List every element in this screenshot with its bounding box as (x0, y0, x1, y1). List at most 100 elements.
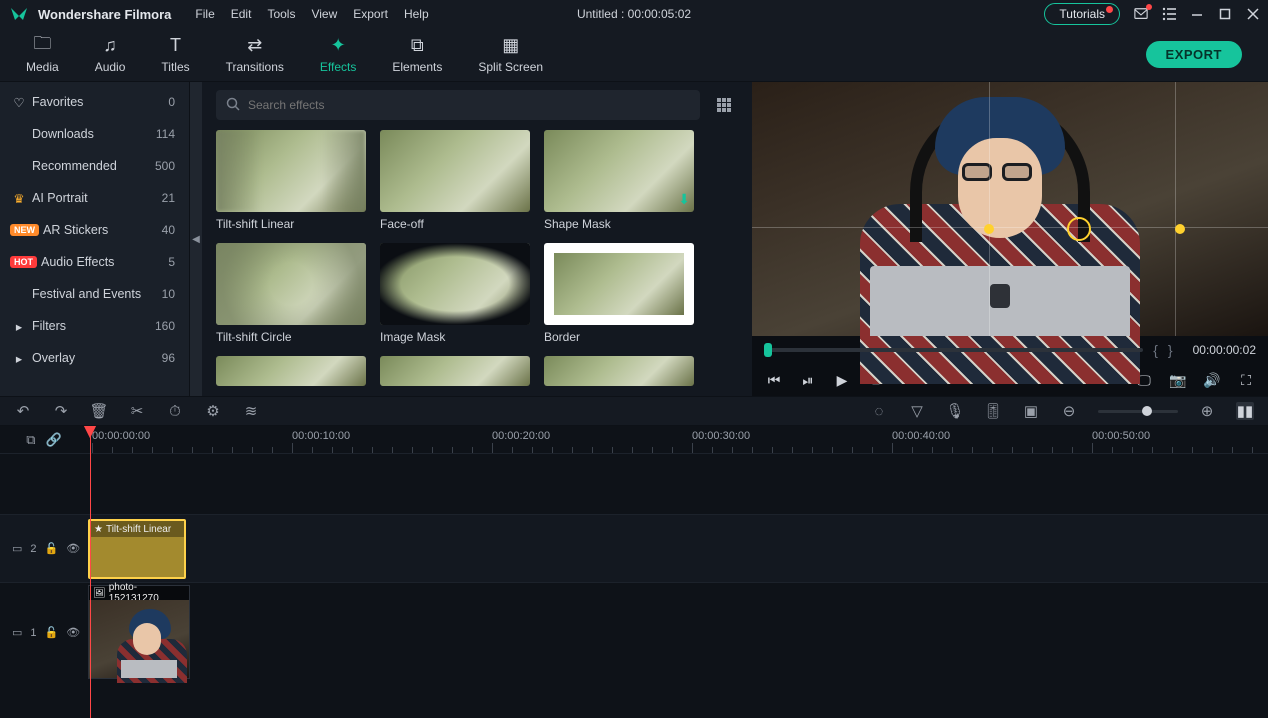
effect-tilt-shift-circle[interactable]: Tilt-shift Circle (216, 243, 366, 344)
track-add-icon[interactable]: ⧉ (26, 432, 35, 448)
titlebar: Wondershare Filmora File Edit Tools View… (0, 0, 1268, 28)
effect-border[interactable]: Border (544, 243, 694, 344)
sidebar-item-recommended[interactable]: Recommended500 (0, 150, 189, 182)
main-menu: File Edit Tools View Export Help (195, 7, 428, 21)
render-icon[interactable]: ◌ (870, 402, 888, 420)
window-maximize[interactable] (1218, 7, 1232, 21)
search-box[interactable] (216, 90, 700, 120)
module-tabs: 🗀Media ♫Audio TTitles ⇄Transitions ✦Effe… (0, 28, 1268, 82)
scrub-handle[interactable] (764, 343, 772, 357)
menu-view[interactable]: View (311, 7, 337, 21)
menu-export[interactable]: Export (353, 7, 388, 21)
sidebar-item-audio-effects[interactable]: HOTAudio Effects5 (0, 246, 189, 278)
sidebar-item-festival[interactable]: Festival and Events10 (0, 278, 189, 310)
play-icon[interactable]: ▶ (832, 370, 852, 390)
track-2: ▭ 2 🔓 👁 ★Tilt-shift Linear (0, 514, 1268, 582)
workspace: ♡Favorites0 Downloads114 Recommended500 … (0, 82, 1268, 396)
notification-dot (1106, 6, 1113, 13)
search-icon (226, 97, 240, 114)
effects-sidebar: ♡Favorites0 Downloads114 Recommended500 … (0, 82, 190, 396)
lock-icon[interactable]: 🔓 (45, 626, 59, 639)
export-button[interactable]: EXPORT (1146, 41, 1242, 68)
sidebar-item-filters[interactable]: ▸Filters160 (0, 310, 189, 342)
time-ruler[interactable]: 00:00:00:0000:00:10:0000:00:20:0000:00:3… (88, 426, 1268, 453)
tab-audio[interactable]: ♫Audio (77, 32, 144, 78)
play-pause-icon[interactable]: ⏯ (798, 370, 818, 390)
effect-partial-3[interactable] (544, 356, 694, 386)
sidebar-item-downloads[interactable]: Downloads114 (0, 118, 189, 150)
clip-effect[interactable]: ★Tilt-shift Linear (88, 519, 186, 579)
chevron-right-icon: ▸ (10, 351, 28, 366)
visibility-icon[interactable]: 👁 (66, 626, 80, 639)
window-close[interactable] (1246, 7, 1260, 21)
tab-transitions[interactable]: ⇄Transitions (208, 32, 302, 78)
step-back-icon[interactable]: ⏮ (764, 370, 784, 390)
snapshot-icon[interactable]: 📷 (1168, 370, 1188, 390)
tab-media[interactable]: 🗀Media (8, 32, 77, 78)
tab-effects[interactable]: ✦Effects (302, 32, 374, 78)
split-icon[interactable]: ✂ (128, 402, 146, 420)
messages-icon[interactable] (1134, 7, 1148, 21)
record-voice-icon[interactable]: 🎙 (946, 402, 964, 420)
sidebar-item-favorites[interactable]: ♡Favorites0 (0, 86, 189, 118)
window-minimize[interactable] (1190, 7, 1204, 21)
track-video-icon: ▭ (12, 626, 22, 639)
speed-icon[interactable]: ⏱ (166, 402, 184, 420)
new-badge: NEW (10, 224, 39, 236)
volume-icon[interactable]: 🔊 (1202, 370, 1222, 390)
folder-icon: 🗀 (33, 36, 51, 56)
effect-image-mask[interactable]: Image Mask (380, 243, 530, 344)
sidebar-item-overlay[interactable]: ▸Overlay96 (0, 342, 189, 374)
zoom-out-icon[interactable]: ⊖ (1060, 402, 1078, 420)
effect-partial-1[interactable] (216, 356, 366, 386)
tracks: ▭ 2 🔓 👁 ★Tilt-shift Linear ▭ 1 🔓 👁 🖼phot (0, 454, 1268, 718)
tab-titles[interactable]: TTitles (143, 32, 207, 78)
search-input[interactable] (248, 98, 690, 112)
tutorials-button[interactable]: Tutorials (1044, 3, 1120, 25)
track-1: ▭ 1 🔓 👁 🖼photo-152131270 (0, 582, 1268, 682)
app-name: Wondershare Filmora (38, 7, 171, 22)
track-video-icon: ▭ (12, 542, 22, 555)
menu-help[interactable]: Help (404, 7, 429, 21)
marker-icon[interactable]: ▽ (908, 402, 926, 420)
music-icon: ♫ (103, 36, 117, 56)
crop-icon[interactable]: ▣ (1022, 402, 1040, 420)
tab-split-screen[interactable]: ▦Split Screen (460, 32, 561, 78)
crown-icon: ♛ (10, 191, 28, 206)
mixer-icon[interactable]: 🎚 (984, 402, 1002, 420)
chevron-right-icon: ▸ (10, 319, 28, 334)
text-icon: T (170, 36, 181, 56)
zoom-fit-icon[interactable]: ▮▮ (1236, 402, 1254, 420)
lock-icon[interactable]: 🔓 (45, 542, 59, 555)
audio-wave-icon[interactable]: ≋ (242, 402, 260, 420)
list-icon[interactable] (1162, 7, 1176, 21)
effect-tilt-shift-linear[interactable]: Tilt-shift Linear (216, 130, 366, 231)
clip-video[interactable]: 🖼photo-152131270 (88, 585, 190, 679)
grid-icon: ▦ (502, 36, 519, 56)
hot-badge: HOT (10, 256, 37, 268)
undo-icon[interactable]: ↶ (14, 402, 32, 420)
effect-partial-2[interactable] (380, 356, 530, 386)
sidebar-item-ar-stickers[interactable]: NEWAR Stickers40 (0, 214, 189, 246)
fullscreen-icon[interactable]: ⛶ (1236, 370, 1256, 390)
effect-face-off[interactable]: Face-off (380, 130, 530, 231)
tab-elements[interactable]: ⧉Elements (374, 32, 460, 78)
sidebar-collapse-handle[interactable]: ◀ (190, 82, 202, 396)
delete-icon[interactable]: 🗑 (90, 402, 108, 420)
redo-icon[interactable]: ↷ (52, 402, 70, 420)
preview-viewport[interactable] (752, 82, 1268, 336)
effect-shape-mask[interactable]: ⬇Shape Mask (544, 130, 694, 231)
grid-view-toggle[interactable] (710, 91, 738, 119)
menu-file[interactable]: File (195, 7, 214, 21)
star-icon: ★ (94, 524, 103, 535)
menu-tools[interactable]: Tools (267, 7, 295, 21)
zoom-slider[interactable] (1098, 410, 1178, 413)
shapes-icon: ⧉ (411, 36, 424, 56)
adjust-icon[interactable]: ⚙ (204, 402, 222, 420)
link-icon[interactable]: 🔗 (46, 432, 62, 448)
visibility-icon[interactable]: 👁 (66, 542, 80, 555)
zoom-in-icon[interactable]: ⊕ (1198, 402, 1216, 420)
menu-edit[interactable]: Edit (231, 7, 252, 21)
track-number: 2 (30, 543, 36, 555)
sidebar-item-ai-portrait[interactable]: ♛AI Portrait21 (0, 182, 189, 214)
